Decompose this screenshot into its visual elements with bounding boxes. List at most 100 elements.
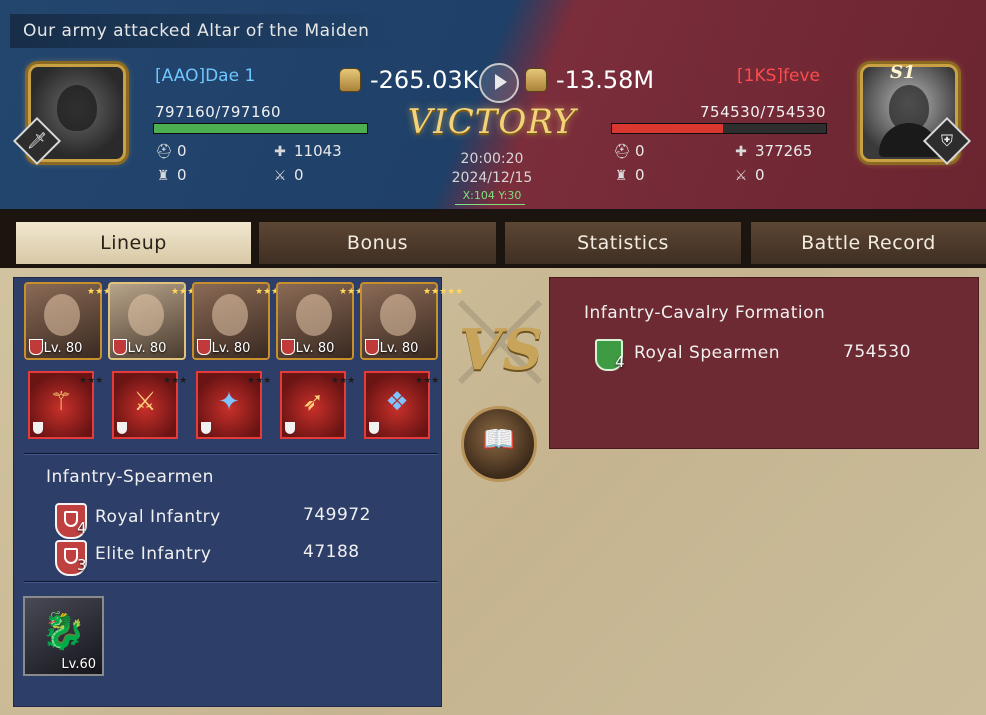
attacker-power-fist-icon (339, 68, 361, 92)
shield-icon (201, 422, 211, 434)
hero-portrait (212, 294, 248, 336)
divider (24, 581, 438, 582)
vs-emblem: VS (459, 317, 543, 383)
blue-staff-icon: ✦ (218, 387, 240, 417)
bow-icon: ➶ (302, 387, 324, 417)
defender-stat-wounded: ✚ 377265 (733, 142, 812, 160)
server-rank-tag: S1 (890, 62, 916, 83)
equipment-slot-5[interactable]: ❖ ★★★ (364, 371, 440, 439)
troop-count: 749972 (303, 505, 371, 525)
report-title: Our army attacked Altar of the Maiden (23, 21, 370, 41)
battle-report-screen: Our army attacked Altar of the Maiden 🗡 … (0, 0, 986, 715)
enemy-troop-tier: 4 (615, 353, 625, 371)
attacker-name[interactable]: [AAO]Dae 1 (155, 66, 255, 86)
equip-stars-icon: ★★★ (415, 376, 440, 386)
earrings-icon: ❖ (385, 387, 409, 417)
wounded-cross-icon: ✚ (735, 144, 747, 160)
battle-result: VICTORY (407, 102, 577, 142)
crossed-swords-icon: ⚔ (734, 168, 748, 184)
attacker-hp-bar (153, 123, 368, 134)
equip-stars-icon: ★★★ (79, 376, 104, 386)
play-icon (495, 74, 507, 90)
attacker-stat-wounded: ✚ 11043 (272, 142, 342, 160)
battle-coordinates-link[interactable]: X:104 Y:30 (440, 189, 544, 202)
hero-slot-3[interactable]: ★★★★★ Lv. 80 (192, 282, 295, 360)
hero-level: Lv. 80 (295, 341, 335, 356)
hero-slot-1[interactable]: ★★★★★ Lv. 80 (24, 282, 127, 360)
replay-button[interactable] (479, 63, 519, 103)
hero-stars-icon: ★★★★★ (171, 287, 211, 297)
troop-tier: 4 (77, 519, 87, 537)
title-bar: Our army attacked Altar of the Maiden (10, 14, 400, 48)
hero-slot-4[interactable]: ★★★★★ Lv. 80 (276, 282, 379, 360)
defender-stat-killed: ⚔ 0 (733, 166, 765, 184)
wounded-cross-icon: ✚ (274, 144, 286, 160)
attacker-hp-fill (154, 124, 367, 133)
tab-lineup[interactable]: Lineup (16, 222, 251, 264)
attacker-stat-killed: ⚔ 0 (272, 166, 304, 184)
shield-icon (33, 422, 43, 434)
attacker-formation-name: Infantry-Spearmen (46, 467, 214, 487)
equip-stars-icon: ★★★ (247, 376, 272, 386)
sword-icon: ⚔ (133, 387, 157, 417)
defender-killed-value: 0 (755, 166, 765, 184)
hero-level: Lv. 80 (43, 341, 83, 356)
attacker-stat-tower: ♜ 0 (155, 166, 187, 184)
attacker-troop-count: 797160/797160 (155, 103, 282, 121)
coords-underline (455, 204, 525, 205)
defender-hp-bar (611, 123, 827, 134)
troop-count: 47188 (303, 542, 360, 562)
defender-stat-tower: ♜ 0 (613, 166, 645, 184)
divider (24, 453, 438, 454)
crossed-swords-icon: ⚔ (273, 168, 287, 184)
hero-slot-5[interactable]: ★★★★★ Lv. 80 (360, 282, 463, 360)
battle-date: 2024/12/15 (451, 170, 533, 186)
hero-stars-icon: ★★★★★ (255, 287, 295, 297)
shield-icon (369, 422, 379, 434)
helmet-icon: ⛑ (613, 144, 631, 160)
defender-formation-name: Infantry-Cavalry Formation (584, 303, 826, 323)
hero-level: Lv. 80 (379, 341, 419, 356)
equipment-slot-4[interactable]: ➶ ★★★ (280, 371, 356, 439)
equipment-slot-3[interactable]: ✦ ★★★ (196, 371, 272, 439)
hero-stars-icon: ★★★★★ (87, 287, 127, 297)
enemy-troop-count: 754530 (843, 342, 911, 362)
battle-book-icon: 📖 (482, 425, 516, 455)
pet-slot[interactable]: 🐉 Lv.60 (23, 596, 104, 676)
attacker-stat-dead: ⛑ 0 (155, 142, 187, 160)
tower-icon: ♜ (156, 168, 170, 184)
equipment-slot-1[interactable]: ⚚ ★★★ (28, 371, 104, 439)
defender-stat-dead: ⛑ 0 (613, 142, 645, 160)
tower-icon: ♜ (614, 168, 628, 184)
attacker-wounded-value: 11043 (294, 142, 342, 160)
boar-avatar-icon (57, 85, 97, 131)
tab-battle-record[interactable]: Battle Record (751, 222, 986, 264)
troop-row[interactable]: 4 Royal Infantry 749972 (55, 503, 435, 539)
defender-tower-value: 0 (635, 166, 645, 184)
defender-hp-fill (612, 124, 724, 133)
equip-stars-icon: ★★★ (331, 376, 356, 386)
defender-dead-value: 0 (635, 142, 645, 160)
defender-wounded-value: 377265 (755, 142, 813, 160)
enemy-troop-name[interactable]: Royal Spearmen (634, 343, 780, 363)
attacker-tower-value: 0 (177, 166, 187, 184)
defender-name[interactable]: [1KS]feve (737, 66, 820, 86)
battle-time: 20:00:20 (460, 151, 524, 167)
hero-portrait (44, 294, 80, 336)
hero-portrait (296, 294, 332, 336)
hero-stars-icon: ★★★★★ (423, 287, 463, 297)
troop-row[interactable]: 3 Elite Infantry 47188 (55, 540, 435, 576)
hero-level: Lv. 80 (127, 341, 167, 356)
equip-stars-icon: ★★★ (163, 376, 188, 386)
hero-slot-2[interactable]: ★★★★★ Lv. 80 (108, 282, 211, 360)
tab-bonus[interactable]: Bonus (259, 222, 496, 264)
equipment-slot-2[interactable]: ⚔ ★★★ (112, 371, 188, 439)
golden-spear-icon: ⚚ (49, 387, 73, 417)
attacker-killed-value: 0 (294, 166, 304, 184)
tab-statistics[interactable]: Statistics (505, 222, 741, 264)
pet-level: Lv.60 (61, 657, 96, 672)
battle-header: Our army attacked Altar of the Maiden 🗡 … (0, 0, 986, 212)
battle-details-button[interactable]: 📖 (461, 406, 537, 482)
defender-power-change: -13.58M (556, 66, 655, 94)
dragon-icon: 🐉 (41, 611, 86, 652)
